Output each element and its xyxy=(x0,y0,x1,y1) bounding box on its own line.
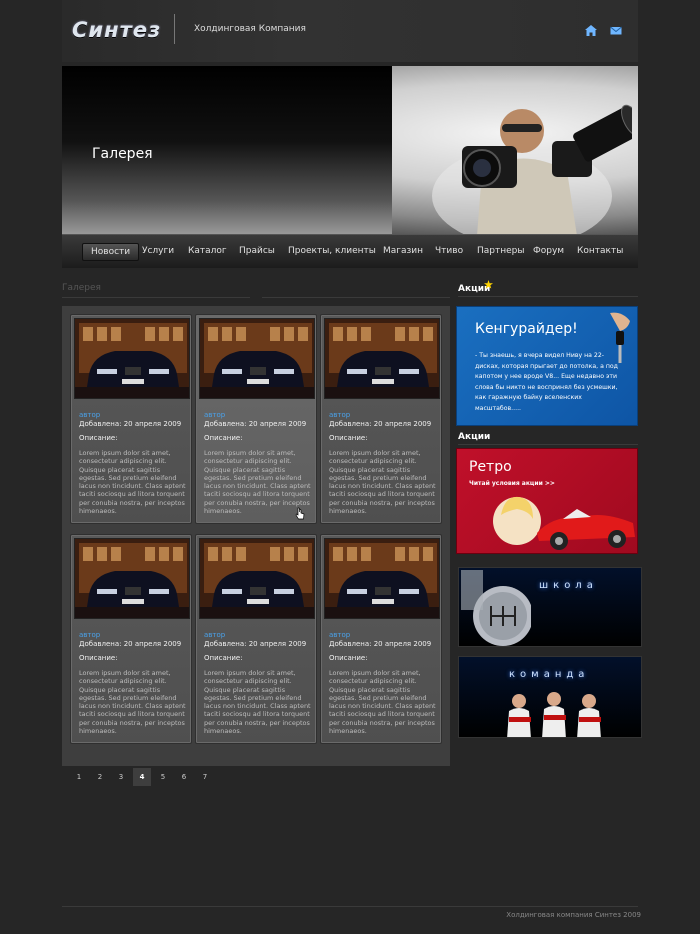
nav-item-news[interactable]: Новости xyxy=(82,243,140,261)
card-date: Добавлена: 20 апреля 2009 xyxy=(79,420,182,428)
sidebar-heading-promos-2: Акции xyxy=(458,432,491,442)
promo-link[interactable]: Читай условия акции >> xyxy=(469,480,555,487)
nav-item-reading[interactable]: Чтиво xyxy=(435,246,463,256)
car-thumbnail[interactable] xyxy=(199,318,315,399)
card-author-link[interactable]: автор xyxy=(204,411,225,419)
card-text: Lorem ipsum dolor sit amet, consectetur … xyxy=(79,449,186,516)
mail-icon[interactable] xyxy=(610,25,622,36)
star-icon xyxy=(484,280,493,289)
banner-title: Галерея xyxy=(92,146,153,162)
promo-title: школа xyxy=(539,580,598,591)
page-link[interactable]: 2 xyxy=(91,768,109,786)
nav-item-shop[interactable]: Магазин xyxy=(383,246,423,256)
card-desc-label: Описание: xyxy=(79,434,118,442)
site-header: Синтез Холдинговая Компания xyxy=(62,0,638,62)
car-image xyxy=(325,539,439,618)
nav-item-contacts[interactable]: Контакты xyxy=(577,246,623,256)
home-icon[interactable] xyxy=(585,25,597,36)
card-desc-label: Описание: xyxy=(329,434,368,442)
divider xyxy=(458,444,638,445)
divider xyxy=(62,297,250,298)
mouse-cursor-icon xyxy=(295,507,305,520)
gallery-card[interactable]: автор Добавлена: 20 апреля 2009 Описание… xyxy=(195,534,317,744)
car-image xyxy=(200,539,314,618)
footer-divider xyxy=(62,906,638,907)
nav-item-services[interactable]: Услуги xyxy=(142,246,174,256)
promo-school-banner[interactable]: школа xyxy=(458,567,642,647)
car-thumbnail[interactable] xyxy=(74,538,190,619)
card-author-link[interactable]: автор xyxy=(204,631,225,639)
nav-item-catalog[interactable]: Каталог xyxy=(188,246,227,256)
company-tagline: Холдинговая Компания xyxy=(194,24,306,34)
car-image xyxy=(200,319,314,398)
promo-kangaroo-banner[interactable]: Кенгурайдер! - Ты знаешь, я вчера видел … xyxy=(456,306,638,426)
card-date: Добавлена: 20 апреля 2009 xyxy=(329,420,432,428)
card-date: Добавлена: 20 апреля 2009 xyxy=(79,640,182,648)
nav-item-forum[interactable]: Форум xyxy=(533,246,564,256)
card-date: Добавлена: 20 апреля 2009 xyxy=(204,420,307,428)
promo-text: - Ты знаешь, я вчера видел Ниву на 22-ди… xyxy=(475,352,618,412)
page-link[interactable]: 6 xyxy=(175,768,193,786)
nav-item-prices[interactable]: Прайсы xyxy=(239,246,275,256)
logo[interactable]: Синтез xyxy=(72,18,161,42)
card-author-link[interactable]: автор xyxy=(79,631,100,639)
card-desc-label: Описание: xyxy=(329,654,368,662)
gallery-card[interactable]: автор Добавлена: 20 апреля 2009 Описание… xyxy=(70,314,192,524)
page-link[interactable]: 1 xyxy=(70,768,88,786)
gallery-card[interactable]: автор Добавлена: 20 апреля 2009 Описание… xyxy=(70,534,192,744)
racing-team-image xyxy=(507,692,601,737)
gear-shift-image xyxy=(461,570,531,646)
footer-copyright: Холдинговая компания Синтез 2009 xyxy=(506,911,641,919)
promo-title: Кенгурайдер! xyxy=(475,321,578,337)
gallery-card[interactable]: автор Добавлена: 20 апреля 2009 Описание… xyxy=(320,534,442,744)
card-text: Lorem ipsum dolor sit amet, consectetur … xyxy=(204,449,311,516)
main-nav: Новости Услуги Каталог Прайсы Проекты, к… xyxy=(62,234,638,268)
car-thumbnail[interactable] xyxy=(74,318,190,399)
card-author-link[interactable]: автор xyxy=(329,411,350,419)
car-thumbnail[interactable] xyxy=(199,538,315,619)
photographer-image xyxy=(432,104,632,234)
gallery-title: Галерея xyxy=(62,283,101,293)
gallery-card[interactable]: автор Добавлена: 20 апреля 2009 Описание… xyxy=(195,314,317,524)
card-desc-label: Описание: xyxy=(204,654,243,662)
card-date: Добавлена: 20 апреля 2009 xyxy=(204,640,307,648)
card-text: Lorem ipsum dolor sit amet, consectetur … xyxy=(204,669,311,736)
gallery-card[interactable]: автор Добавлена: 20 апреля 2009 Описание… xyxy=(320,314,442,524)
card-text: Lorem ipsum dolor sit amet, consectetur … xyxy=(79,669,186,736)
card-desc-label: Описание: xyxy=(204,434,243,442)
promo-title: команда xyxy=(509,669,590,680)
promo-retro-banner[interactable]: Ретро Читай условия акции >> xyxy=(456,448,638,554)
car-image xyxy=(75,319,189,398)
page-link[interactable]: 7 xyxy=(196,768,214,786)
card-author-link[interactable]: автор xyxy=(329,631,350,639)
retro-car-image xyxy=(493,496,635,550)
card-text: Lorem ipsum dolor sit amet, consectetur … xyxy=(329,449,436,516)
promo-title: Ретро xyxy=(469,459,512,475)
card-date: Добавлена: 20 апреля 2009 xyxy=(329,640,432,648)
divider xyxy=(262,297,450,298)
hero-banner: Галерея xyxy=(62,66,638,234)
car-image xyxy=(75,539,189,618)
page-link-current[interactable]: 4 xyxy=(133,768,151,786)
page-link[interactable]: 3 xyxy=(112,768,130,786)
car-thumbnail[interactable] xyxy=(324,318,440,399)
divider xyxy=(458,296,638,297)
car-image xyxy=(325,319,439,398)
page: Синтез Холдинговая Компания Галерея Ново… xyxy=(0,0,700,934)
promo-team-banner[interactable]: команда xyxy=(458,656,642,738)
gallery-grid: автор Добавлена: 20 апреля 2009 Описание… xyxy=(62,306,450,766)
nav-item-projects[interactable]: Проекты, клиенты xyxy=(288,246,376,256)
page-link[interactable]: 5 xyxy=(154,768,172,786)
card-text: Lorem ipsum dolor sit amet, consectetur … xyxy=(329,669,436,736)
card-desc-label: Описание: xyxy=(79,654,118,662)
card-author-link[interactable]: автор xyxy=(79,411,100,419)
logo-divider xyxy=(174,14,175,44)
nav-item-partners[interactable]: Партнеры xyxy=(477,246,524,256)
car-thumbnail[interactable] xyxy=(324,538,440,619)
